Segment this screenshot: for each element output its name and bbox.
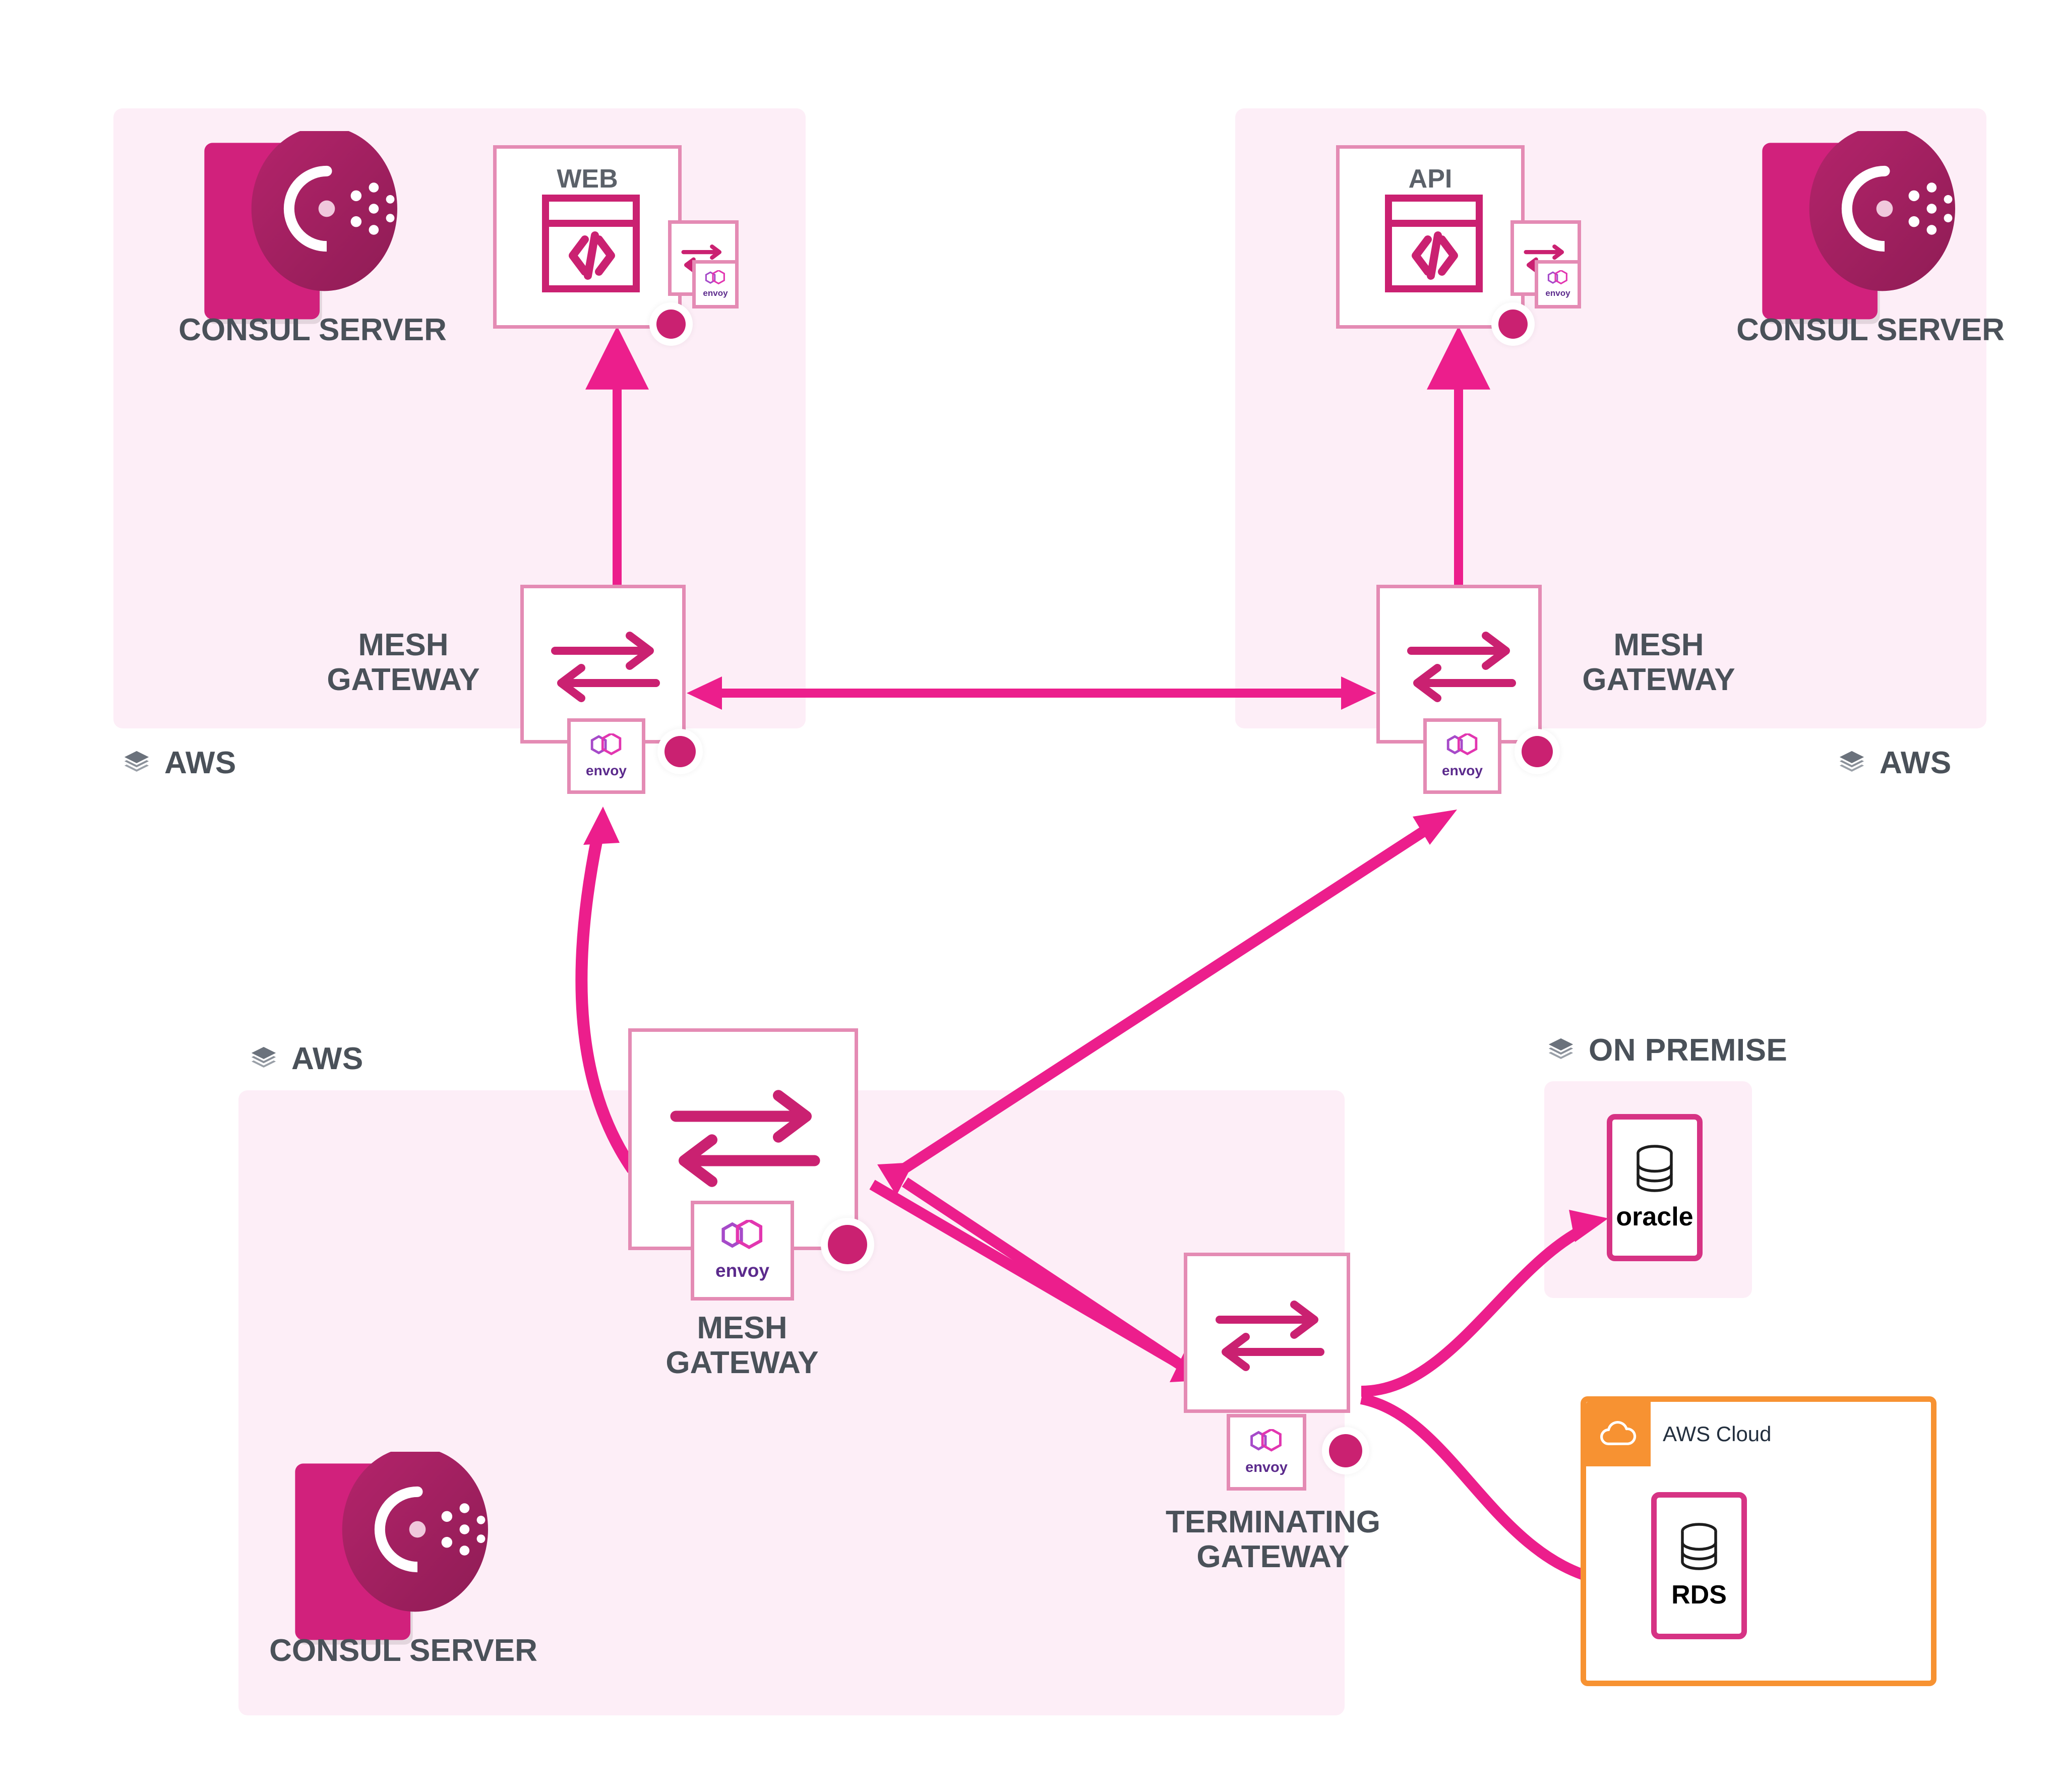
- consul-logo-icon: [295, 1447, 488, 1645]
- layers-icon: [251, 1046, 276, 1068]
- zone-label-text: AWS: [1880, 746, 1952, 780]
- database-rds-label: RDS: [1671, 1580, 1727, 1610]
- zone-label-text: AWS: [291, 1041, 364, 1076]
- exchange-arrows-icon: [670, 1090, 820, 1187]
- layers-icon: [124, 751, 149, 772]
- exchange-arrows-icon: [551, 632, 660, 702]
- mesh-gateway-left-label: MESH GATEWAY: [327, 628, 480, 698]
- zone-label-aws-right: AWS: [1835, 745, 1952, 781]
- mesh-gateway-bottom-envoy-label: envoy: [715, 1260, 769, 1281]
- zone-label-on-premise: ON PREMISE: [1544, 1032, 1787, 1068]
- service-api-envoy-badge[interactable]: envoy: [1535, 260, 1581, 308]
- mesh-gateway-left-envoy-label: envoy: [586, 763, 627, 778]
- terminating-gateway-envoy-label: envoy: [1245, 1459, 1288, 1475]
- zone-label-text: ON PREMISE: [1589, 1033, 1788, 1068]
- service-web-consul-dot: [656, 310, 686, 339]
- consul-server-right: [1749, 126, 1991, 343]
- envoy-logo-icon: [1250, 1429, 1282, 1452]
- mesh-gateway-right-envoy-badge[interactable]: envoy: [1423, 718, 1501, 794]
- envoy-logo-icon: [705, 270, 725, 285]
- envoy-logo-icon: [1446, 733, 1477, 756]
- service-web-title: WEB: [557, 164, 618, 194]
- terminating-gateway-label: TERMINATING GATEWAY: [1166, 1505, 1380, 1575]
- service-api-consul-dot: [1498, 310, 1528, 339]
- terminating-gateway-envoy-badge[interactable]: envoy: [1227, 1414, 1306, 1491]
- exchange-arrows-icon: [1407, 632, 1516, 702]
- architecture-diagram-canvas: AWS AWS AWS ON PREMISE CONSUL SERVER CON…: [0, 0, 2057, 1792]
- consul-server-right-label: CONSUL SERVER: [1736, 313, 2005, 347]
- service-api-title: API: [1408, 164, 1453, 194]
- consul-server-left-label: CONSUL SERVER: [178, 313, 447, 347]
- layers-icon: [1548, 1038, 1574, 1059]
- database-cylinder-icon: [1681, 1523, 1717, 1570]
- mesh-gateway-left-consul-dot: [664, 736, 696, 767]
- service-web-card[interactable]: WEB: [493, 145, 682, 329]
- layers-icon: [1839, 751, 1864, 772]
- zone-label-text: AWS: [164, 746, 236, 780]
- consul-server-bottom: [282, 1447, 524, 1663]
- mesh-gateway-left-envoy-badge[interactable]: envoy: [567, 718, 645, 794]
- service-web-envoy-label: envoy: [703, 288, 728, 298]
- exchange-arrows-icon: [1216, 1301, 1324, 1371]
- database-oracle-card[interactable]: oracle: [1607, 1114, 1703, 1261]
- code-window-icon: [1385, 195, 1483, 292]
- consul-logo-icon: [204, 126, 397, 324]
- code-window-icon: [542, 195, 640, 292]
- service-api-envoy-label: envoy: [1545, 288, 1570, 298]
- zone-label-aws-left: AWS: [120, 745, 236, 781]
- terminating-gateway-consul-dot: [1329, 1434, 1362, 1467]
- mesh-gateway-right-consul-dot: [1522, 736, 1553, 767]
- aws-cloud-label: AWS Cloud: [1663, 1422, 1772, 1446]
- envoy-logo-icon: [721, 1220, 762, 1250]
- zone-label-aws-bottom: AWS: [247, 1041, 364, 1077]
- mesh-gateway-bottom-envoy-badge[interactable]: envoy: [691, 1201, 794, 1301]
- consul-server-left: [192, 126, 434, 343]
- mesh-gateway-right-envoy-label: envoy: [1442, 763, 1483, 778]
- envoy-logo-icon: [1547, 270, 1567, 285]
- consul-logo-icon: [1762, 126, 1955, 324]
- service-web-envoy-badge[interactable]: envoy: [692, 260, 739, 308]
- mesh-gateway-bottom-consul-dot: [828, 1225, 867, 1264]
- aws-cloud-box: AWS Cloud: [1581, 1396, 1937, 1686]
- service-api-card[interactable]: API: [1336, 145, 1525, 329]
- envoy-logo-icon: [590, 733, 621, 756]
- database-cylinder-icon: [1637, 1145, 1673, 1192]
- database-oracle-label: oracle: [1616, 1202, 1693, 1231]
- mesh-gateway-bottom-label: MESH GATEWAY: [666, 1311, 819, 1381]
- cloud-icon: [1600, 1420, 1637, 1445]
- consul-server-bottom-label: CONSUL SERVER: [269, 1633, 537, 1668]
- terminating-gateway-card[interactable]: [1184, 1253, 1350, 1413]
- mesh-gateway-right-label: MESH GATEWAY: [1582, 628, 1735, 698]
- database-rds-card[interactable]: RDS: [1651, 1492, 1747, 1639]
- aws-cloud-tab: [1586, 1402, 1651, 1466]
